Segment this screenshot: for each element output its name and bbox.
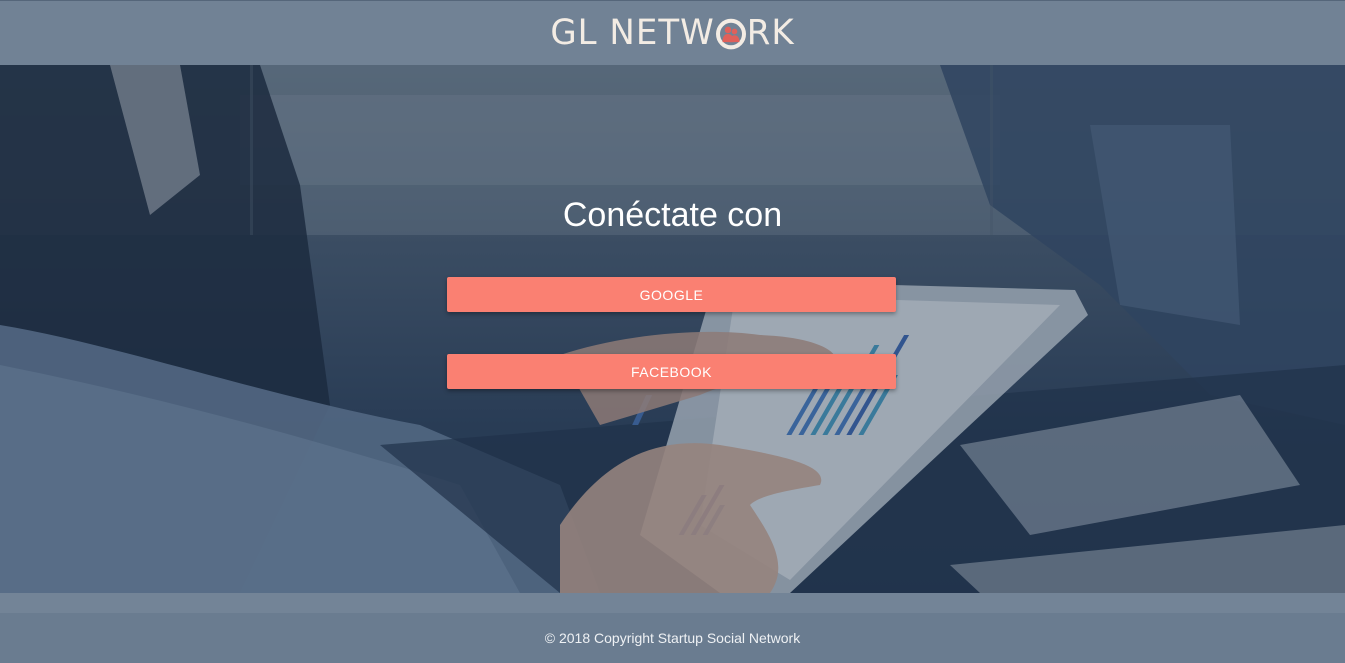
hero-title: Conéctate con xyxy=(562,196,783,234)
site-header: GL NETW RK xyxy=(0,0,1345,65)
hero-section: Conéctate con GOOGLE FACEBOOK xyxy=(0,65,1345,593)
google-login-button[interactable]: GOOGLE xyxy=(447,277,896,312)
facebook-login-button[interactable]: FACEBOOK xyxy=(447,354,896,389)
copyright-text: © 2018 Copyright Startup Social Network xyxy=(544,630,801,646)
gl-network-logo[interactable]: GL NETW RK xyxy=(550,16,794,51)
logo-text-start: GL NETW xyxy=(550,12,715,54)
people-icon xyxy=(715,18,746,50)
site-footer: © 2018 Copyright Startup Social Network xyxy=(0,613,1345,663)
login-panel: Conéctate con GOOGLE FACEBOOK xyxy=(0,65,1345,593)
footer-divider xyxy=(0,593,1345,613)
logo-text-end: RK xyxy=(746,12,795,54)
